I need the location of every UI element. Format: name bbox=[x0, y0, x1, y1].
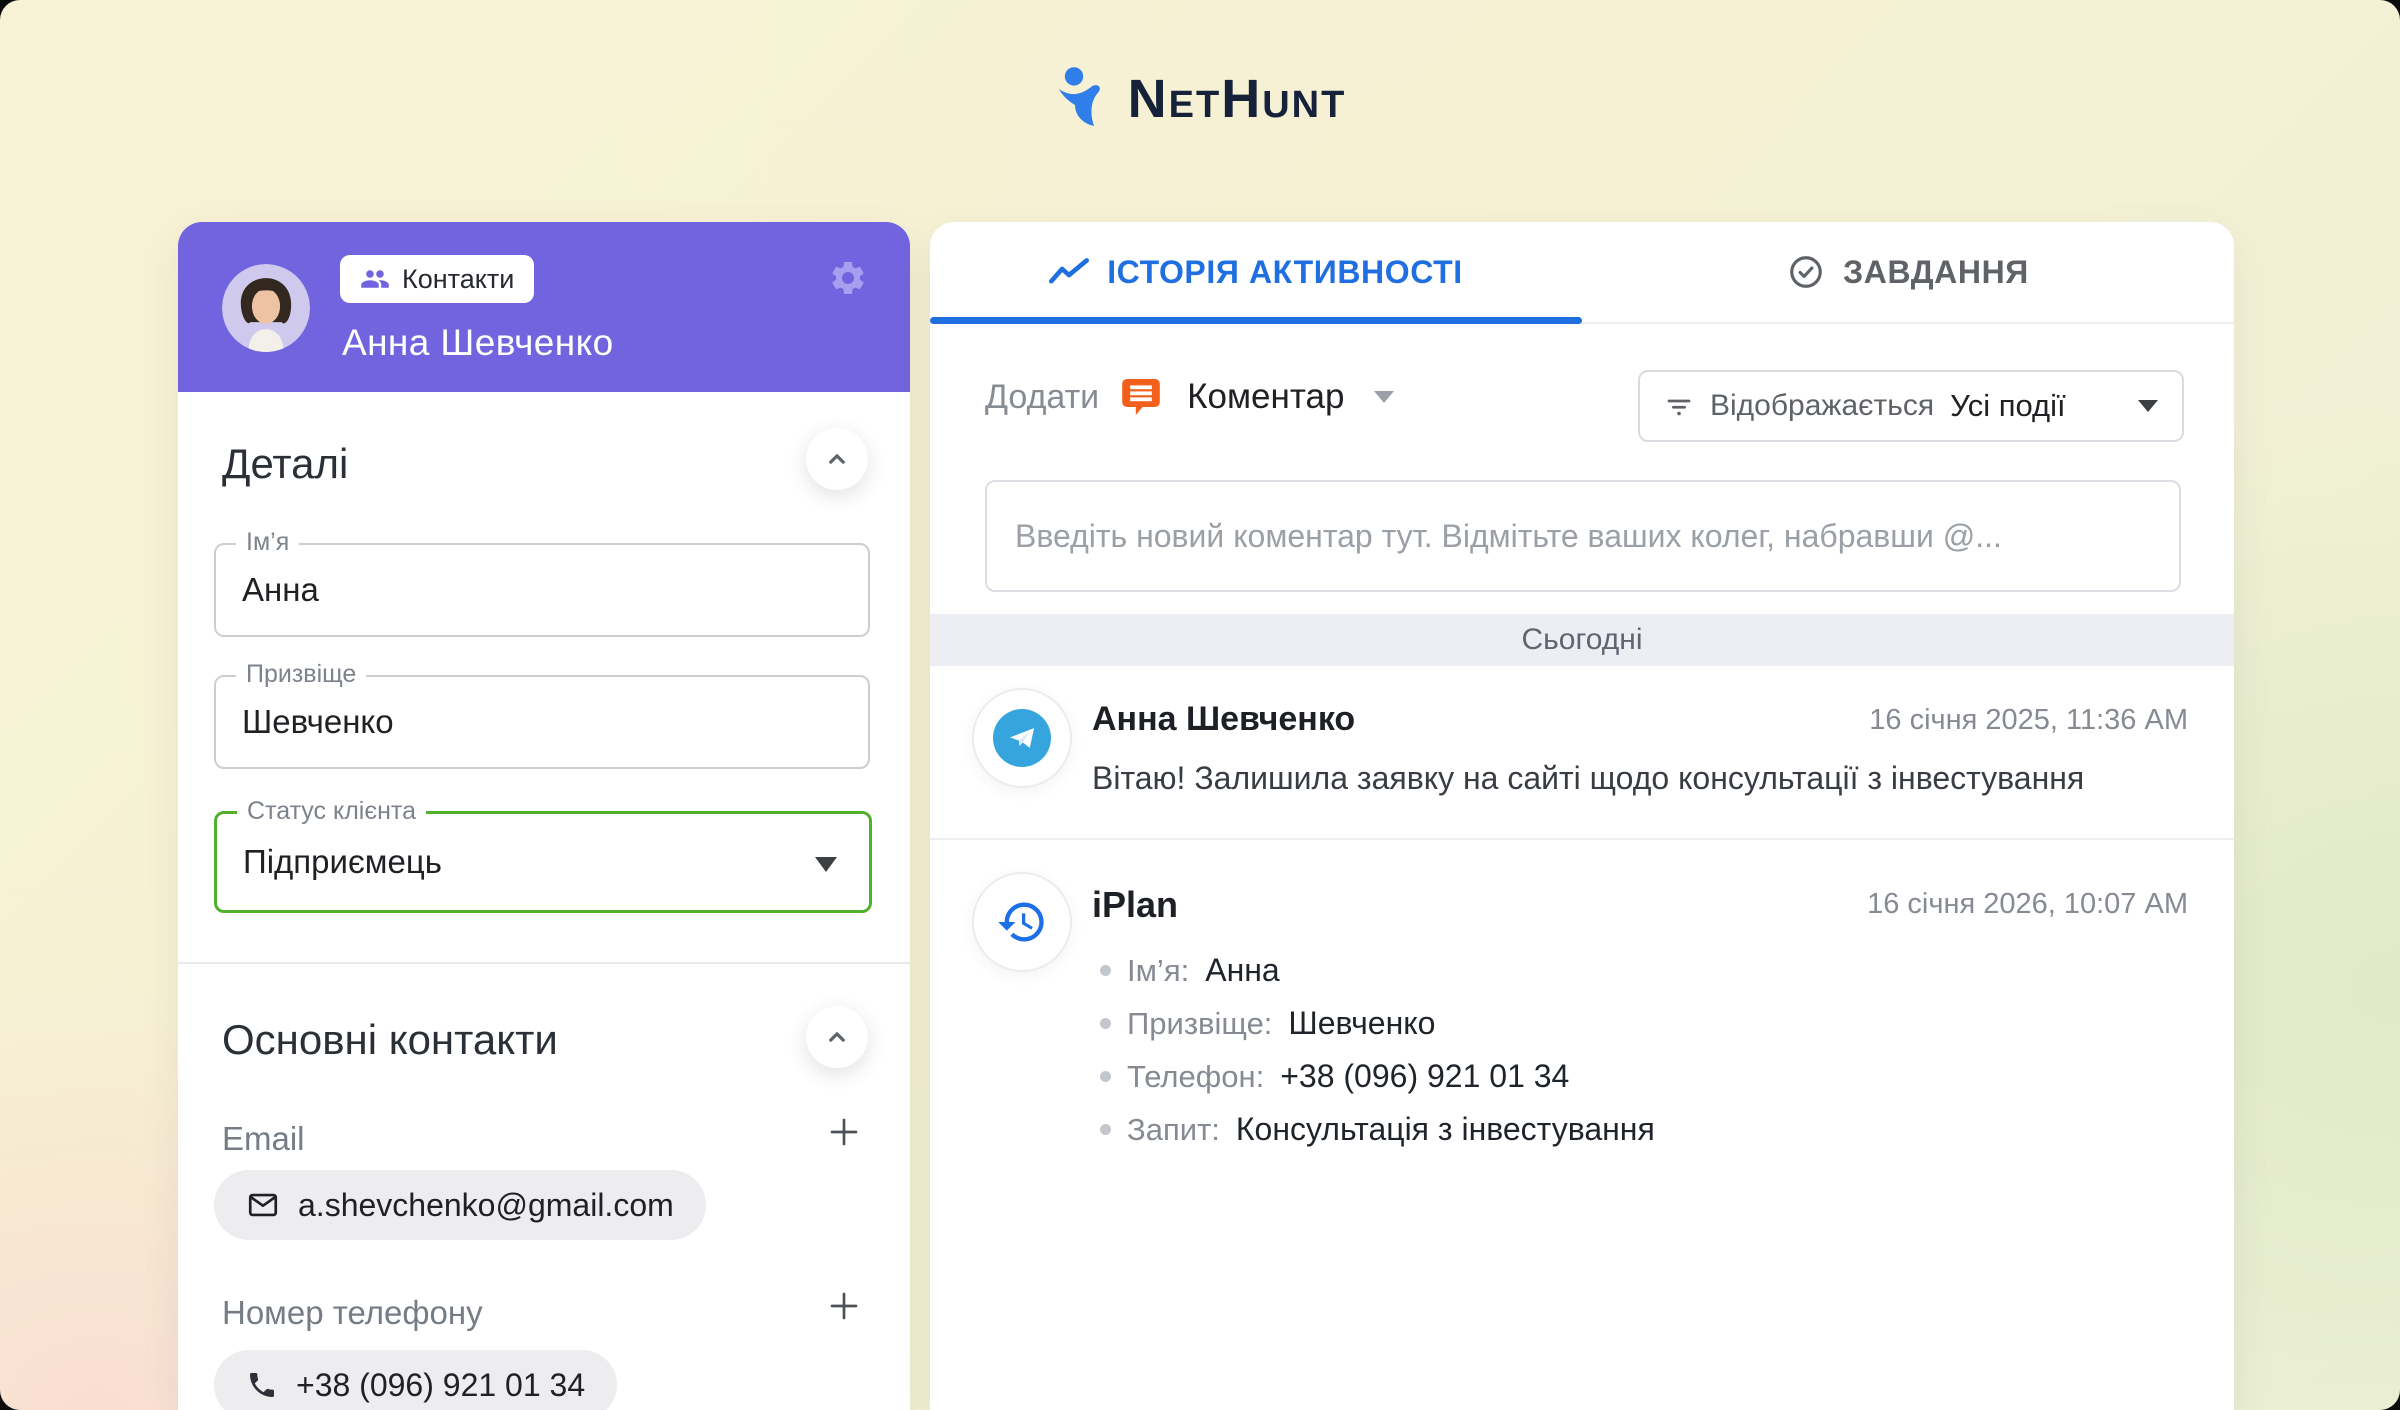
phone-chip[interactable]: +38 (096) 921 01 34 bbox=[214, 1350, 617, 1410]
field-label: Телефон: bbox=[1127, 1059, 1264, 1095]
caret-down-icon[interactable] bbox=[1374, 391, 1394, 403]
history-icon bbox=[972, 872, 1072, 972]
comment-icon bbox=[1119, 373, 1167, 421]
filter-icon bbox=[1664, 391, 1694, 421]
bullet-dot-icon bbox=[1100, 1071, 1111, 1082]
telegram-icon bbox=[972, 688, 1072, 788]
event-field-list: Ім’я: Анна Призвіще: Шевченко Телефон: +… bbox=[1100, 944, 1655, 1156]
email-chip[interactable]: a.shevchenko@gmail.com bbox=[214, 1170, 706, 1240]
field-label: Призвіще: bbox=[1127, 1006, 1272, 1042]
filter-prefix-label: Відображається bbox=[1710, 389, 1934, 423]
events-filter-dropdown[interactable]: Відображається Усі події bbox=[1638, 370, 2184, 442]
add-email-button[interactable] bbox=[822, 1110, 866, 1154]
composer-row: Додати Коментар bbox=[985, 364, 1394, 430]
brand-name: NetHunt bbox=[1128, 68, 1347, 130]
contacts-collapse-button[interactable] bbox=[806, 1006, 868, 1068]
phone-label: Номер телефону bbox=[222, 1294, 483, 1332]
event-title: Анна Шевченко bbox=[1092, 700, 1355, 739]
contact-panel: Контакти Анна Шевченко Деталі Ім’я Анна … bbox=[178, 222, 910, 1410]
plus-icon bbox=[826, 1288, 862, 1324]
bullet-dot-icon bbox=[1100, 965, 1111, 976]
gear-icon[interactable] bbox=[828, 258, 868, 298]
contact-header: Контакти Анна Шевченко bbox=[178, 222, 910, 392]
event-message: Вітаю! Залишила заявку на сайті щодо кон… bbox=[1092, 760, 2084, 797]
event-iplan-update[interactable]: iPlan 16 січня 2026, 10:07 AM Ім’я: Анна… bbox=[930, 840, 2234, 1260]
select-dropdown-icon bbox=[815, 857, 837, 872]
record-type-badge[interactable]: Контакти bbox=[340, 255, 534, 303]
first-name-field[interactable]: Ім’я Анна bbox=[214, 543, 870, 637]
last-name-field[interactable]: Призвіще Шевченко bbox=[214, 675, 870, 769]
chevron-up-icon bbox=[822, 1022, 852, 1052]
comment-input[interactable] bbox=[985, 480, 2181, 592]
field-value: Шевченко bbox=[1288, 1005, 1435, 1042]
contacts-section-title: Основні контакти bbox=[222, 1016, 558, 1064]
event-timestamp: 16 січня 2025, 11:36 AM bbox=[1869, 704, 2188, 737]
tab-activity-history-label: ІСТОРІЯ АКТИВНОСТІ bbox=[1107, 254, 1463, 291]
phone-value: +38 (096) 921 01 34 bbox=[296, 1367, 585, 1404]
contact-avatar bbox=[222, 264, 310, 352]
tab-activity-history[interactable]: ІСТОРІЯ АКТИВНОСТІ bbox=[930, 222, 1582, 322]
chevron-up-icon bbox=[822, 444, 852, 474]
filter-value: Усі події bbox=[1950, 388, 2066, 424]
first-name-label: Ім’я bbox=[236, 528, 299, 557]
first-name-value: Анна bbox=[242, 571, 319, 609]
bullet-dot-icon bbox=[1100, 1018, 1111, 1029]
client-status-label: Статус клієнта bbox=[237, 797, 426, 826]
nethunt-logo: NetHunt bbox=[0, 66, 2400, 132]
event-field-row: Призвіще: Шевченко bbox=[1100, 997, 1655, 1050]
contact-name: Анна Шевченко bbox=[342, 322, 614, 364]
active-tab-underline bbox=[930, 317, 1582, 324]
client-status-value: Підприємець bbox=[243, 843, 442, 881]
event-telegram-message[interactable]: Анна Шевченко 16 січня 2025, 11:36 AM Ві… bbox=[930, 666, 2234, 838]
event-field-row: Телефон: +38 (096) 921 01 34 bbox=[1100, 1050, 1655, 1103]
section-divider bbox=[178, 962, 910, 964]
phone-icon bbox=[246, 1369, 278, 1401]
field-label: Ім’я: bbox=[1127, 953, 1189, 989]
check-circle-icon bbox=[1787, 253, 1825, 291]
plus-icon bbox=[826, 1114, 862, 1150]
comment-type-selector[interactable]: Коментар bbox=[1187, 377, 1344, 417]
day-divider: Сьогодні bbox=[930, 614, 2234, 666]
bullet-dot-icon bbox=[1100, 1124, 1111, 1135]
envelope-icon bbox=[246, 1188, 280, 1222]
event-timestamp: 16 січня 2026, 10:07 AM bbox=[1867, 888, 2188, 921]
details-section-title: Деталі bbox=[222, 440, 348, 488]
event-field-row: Ім’я: Анна bbox=[1100, 944, 1655, 997]
activity-panel: ІСТОРІЯ АКТИВНОСТІ ЗАВДАННЯ Додати Комен… bbox=[930, 222, 2234, 1410]
field-value: Анна bbox=[1205, 952, 1279, 989]
record-badge-label: Контакти bbox=[402, 264, 514, 295]
field-value: Консультація з інвестування bbox=[1236, 1111, 1655, 1148]
event-field-row: Запит: Консультація з інвестування bbox=[1100, 1103, 1655, 1156]
caret-down-icon bbox=[2138, 400, 2158, 412]
activity-trend-icon bbox=[1049, 257, 1089, 287]
last-name-label: Призвіще bbox=[236, 660, 366, 689]
add-phone-button[interactable] bbox=[822, 1284, 866, 1328]
tab-tasks[interactable]: ЗАВДАННЯ bbox=[1582, 222, 2234, 322]
add-label: Додати bbox=[985, 378, 1099, 417]
tab-tasks-label: ЗАВДАННЯ bbox=[1843, 254, 2029, 291]
tab-bar: ІСТОРІЯ АКТИВНОСТІ ЗАВДАННЯ bbox=[930, 222, 2234, 324]
details-collapse-button[interactable] bbox=[806, 428, 868, 490]
field-label: Запит: bbox=[1127, 1112, 1220, 1148]
contacts-people-icon bbox=[360, 264, 390, 294]
email-value: a.shevchenko@gmail.com bbox=[298, 1187, 674, 1224]
event-title: iPlan bbox=[1092, 884, 1178, 926]
nethunt-logo-icon bbox=[1054, 66, 1114, 132]
screen: NetHunt Контакти Анна Шевченко bbox=[0, 0, 2400, 1410]
client-status-select[interactable]: Статус клієнта Підприємець bbox=[214, 811, 872, 913]
field-value: +38 (096) 921 01 34 bbox=[1280, 1058, 1569, 1095]
email-label: Email bbox=[222, 1120, 305, 1158]
last-name-value: Шевченко bbox=[242, 703, 394, 741]
